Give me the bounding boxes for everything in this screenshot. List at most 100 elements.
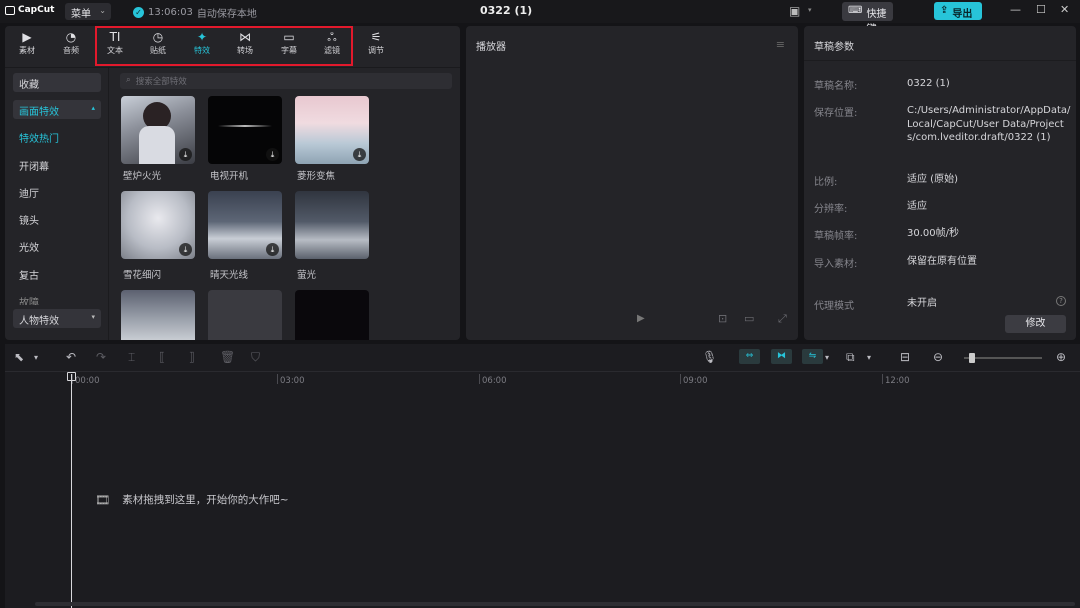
sidebar-item-label: 开闭幕 [19,162,49,173]
download-icon[interactable]: ⤓ [353,148,366,161]
param-value: 适应 [907,201,927,212]
download-icon[interactable]: ⤓ [179,148,192,161]
sidebar-item-light[interactable]: 光效 [13,236,101,255]
download-icon[interactable]: ⤓ [266,148,279,161]
effect-thumbnail[interactable] [121,290,195,340]
chevron-down-icon[interactable]: ▾ [825,353,829,362]
param-value: 保留在原有位置 [907,256,977,267]
zoom-slider-handle[interactable] [969,353,975,363]
film-icon: 🎞 [95,492,111,507]
shortcuts-button[interactable]: ⌨ 快捷键 [842,2,893,35]
preview-axis-icon[interactable]: ⧉ [846,350,855,365]
undo-icon[interactable]: ↶ [66,350,76,364]
project-title: 0322 (1) [480,4,533,17]
close-icon[interactable]: ✕ [1060,3,1069,16]
ruler-tick [479,374,480,384]
tab-media[interactable]: ▶ 素材 [7,30,47,56]
param-value: C:/Users/Administrator/AppData/Local/Cap… [907,105,1071,143]
effect-thumbnail[interactable] [295,191,369,259]
auto-snap-button[interactable]: ⧓ [771,349,792,364]
modify-button[interactable]: 修改 [1005,315,1066,333]
search-icon: ⌕ [126,75,131,85]
download-icon[interactable]: ⤓ [179,243,192,256]
shield-icon[interactable]: ⛉ [251,350,260,365]
menu-icon[interactable]: ≡ [776,38,785,51]
sidebar-item-hot[interactable]: 特效热门 [13,127,101,146]
maximize-icon[interactable]: ☐ [1036,3,1046,16]
tab-adjust[interactable]: ⚟ 调节 [356,30,396,56]
fullscreen-icon[interactable]: ⤢ [778,312,787,326]
param-label: 比例: [814,177,838,188]
chevron-up-icon: ▴ [91,104,95,112]
param-label: 保存位置: [814,108,858,119]
ruler-label: 06:00 [482,376,507,386]
download-icon[interactable]: ⤓ [266,243,279,256]
chevron-down-icon: ⌄ [99,6,106,15]
media-panel: ▶ 素材 ◔ 音频 TI 文本 ◷ 贴纸 ✦ 特效 ⋈ 转场 ▭ 字幕 ஃ 滤镜… [5,26,460,340]
autosave-status: ✓ 13:06:03 自动保存本地 [133,5,257,20]
split-left-icon[interactable]: ⟦ [159,350,165,364]
linkage-button[interactable]: ⇋ [802,349,823,364]
ratio-icon[interactable]: ▭ [744,312,754,325]
player-title: 播放器 [476,42,506,53]
effect-label: 电视开机 [210,171,249,182]
sidebar-item-label: 故障 [19,298,39,305]
minimize-icon[interactable]: — [1010,3,1021,16]
split-right-icon[interactable]: ⟧ [189,350,195,364]
timeline-drop-zone[interactable]: 🎞 素材拖拽到这里，开始你的大作吧~ [95,492,289,507]
drop-hint-text: 素材拖拽到这里，开始你的大作吧~ [122,494,289,506]
redo-icon[interactable]: ↷ [96,350,106,364]
sidebar-item-glitch[interactable]: 故障 [13,291,101,305]
effect-thumbnail[interactable]: ⤓ [121,191,195,259]
effect-thumbnail[interactable]: ⤓ [121,96,195,164]
select-tool-icon[interactable]: ⬉ [14,350,24,364]
effects-search-input[interactable]: ⌕ 搜索全部特效 [120,73,452,89]
shortcuts-label: 快捷键 [866,9,887,35]
effect-thumbnail[interactable] [295,290,369,340]
play-icon[interactable]: ▶ [637,313,645,324]
sidebar-item-label: 收藏 [19,80,39,91]
sidebar-item-disco[interactable]: 迪厅 [13,182,101,201]
playhead[interactable] [71,374,72,608]
effect-thumbnail[interactable]: ⤓ [208,191,282,259]
sidebar-item-screen-effects[interactable]: 画面特效 ▴ [13,100,101,119]
ruler-tick [680,374,681,384]
sidebar-item-label: 人物特效 [19,316,59,327]
chevron-down-icon[interactable]: ▾ [34,353,38,362]
fit-screen-icon[interactable]: ⊟ [900,350,910,364]
zoom-in-icon[interactable]: ⊕ [1056,350,1066,364]
sidebar-item-open-close[interactable]: 开闭幕 [13,155,101,174]
sidebar-item-retro[interactable]: 复古 [13,264,101,283]
help-icon[interactable]: ? [1056,296,1066,306]
keyboard-icon: ⌨ [848,5,863,16]
effect-thumbnail[interactable]: ⤓ [295,96,369,164]
effect-label: 晴天光线 [210,270,249,281]
effect-thumbnail[interactable] [208,290,282,340]
sidebar-item-favorites[interactable]: 收藏 [13,73,101,92]
main-track-magnet-button[interactable]: ⇔ [739,349,760,364]
split-icon[interactable]: ⌶ [128,350,135,365]
chevron-down-icon[interactable]: ▾ [808,6,812,14]
chevron-down-icon[interactable]: ▾ [867,353,871,362]
zoom-slider-track[interactable] [964,357,1042,359]
crop-icon[interactable]: ⊡ [718,312,727,325]
layout-icon[interactable]: ▣ [789,4,800,18]
divider [5,67,460,68]
sidebar-item-people-effects[interactable]: 人物特效 ▾ [13,309,101,328]
export-button[interactable]: ⇪ 导出 [934,2,982,20]
menu-button[interactable]: 菜单 ⌄ [65,3,111,20]
horizontal-scrollbar[interactable] [35,602,1075,606]
microphone-icon[interactable]: 🎙 [702,350,717,364]
tab-label: 素材 [19,46,35,55]
ruler-tick [882,374,883,384]
tab-audio[interactable]: ◔ 音频 [51,30,91,56]
ruler-label: 09:00 [683,376,708,386]
tab-label: 音频 [63,46,79,55]
delete-icon[interactable]: 🗑 [220,350,235,364]
player-panel: 播放器 ≡ ▶ ⊡ ▭ ⤢ [466,26,798,340]
media-icon: ▶ [22,30,32,44]
sidebar-item-lens[interactable]: 镜头 [13,209,101,228]
export-label: 导出 [952,9,973,20]
effect-thumbnail[interactable]: ⤓ [208,96,282,164]
zoom-out-icon[interactable]: ⊖ [933,350,943,364]
